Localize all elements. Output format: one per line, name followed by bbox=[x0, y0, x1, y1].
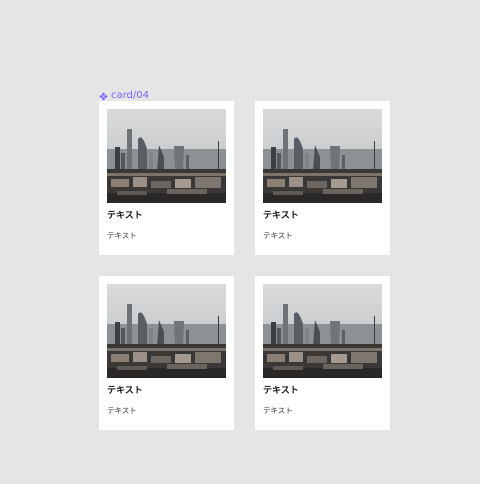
design-canvas[interactable]: card/04 テキスト テキスト テキスト テキスト テキスト テキスト テキ… bbox=[0, 0, 480, 484]
london-skyline-photo bbox=[107, 109, 226, 203]
london-skyline-photo bbox=[263, 284, 382, 378]
card[interactable]: テキスト テキスト bbox=[255, 276, 390, 430]
component-icon bbox=[99, 91, 108, 101]
card-title: テキスト bbox=[107, 386, 143, 396]
card-body-text: テキスト bbox=[107, 406, 137, 415]
card[interactable]: テキスト テキスト bbox=[99, 276, 234, 430]
card-image bbox=[107, 284, 226, 378]
card-body-text: テキスト bbox=[107, 231, 137, 240]
card-title: テキスト bbox=[107, 211, 143, 221]
london-skyline-photo bbox=[107, 284, 226, 378]
card-body-text: テキスト bbox=[263, 231, 293, 240]
card[interactable]: テキスト テキスト bbox=[99, 101, 234, 255]
card-body-text: テキスト bbox=[263, 406, 293, 415]
card-image bbox=[263, 284, 382, 378]
card[interactable]: テキスト テキスト bbox=[255, 101, 390, 255]
card-title: テキスト bbox=[263, 386, 299, 396]
card-image bbox=[263, 109, 382, 203]
london-skyline-photo bbox=[263, 109, 382, 203]
card-image bbox=[107, 109, 226, 203]
card-title: テキスト bbox=[263, 211, 299, 221]
